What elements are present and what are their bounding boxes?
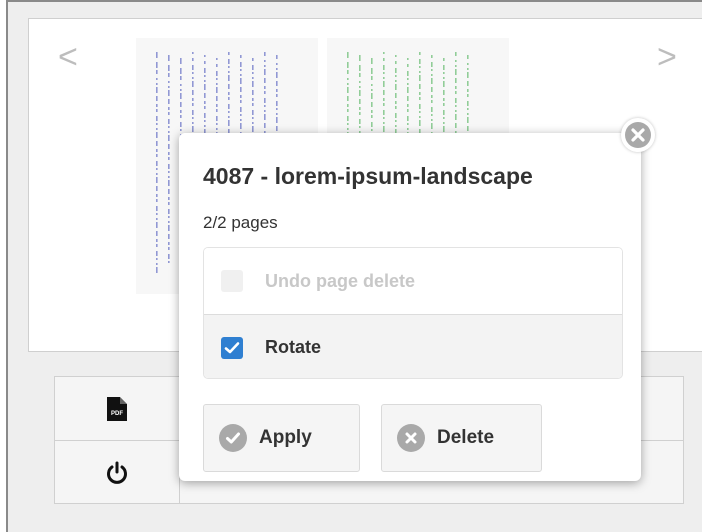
pdf-icon: PDF (107, 396, 127, 421)
undo-page-delete-option: Undo page delete (204, 248, 622, 314)
options-list: Undo page delete Rotate (203, 247, 623, 379)
page-options-popup: 4087 - lorem-ipsum-landscape 2/2 pages U… (179, 133, 641, 481)
chevron-left-icon[interactable]: < (58, 40, 78, 74)
undo-page-delete-label: Undo page delete (265, 270, 416, 291)
power-icon (107, 461, 127, 484)
rotate-checkbox[interactable] (221, 336, 243, 359)
close-circle-icon (397, 424, 425, 452)
delete-label: Delete (437, 427, 495, 448)
popup-title: 4087 - lorem-ipsum-landscape (203, 163, 533, 189)
undo-page-delete-checkbox (221, 270, 243, 292)
check-circle-icon (219, 424, 247, 452)
delete-button[interactable]: Delete (381, 404, 542, 472)
rotate-label: Rotate (265, 337, 322, 357)
pdf-button[interactable]: PDF (55, 377, 179, 440)
svg-text:PDF: PDF (111, 411, 123, 417)
chevron-right-icon[interactable]: > (657, 40, 677, 74)
page-count: 2/2 pages (203, 213, 278, 232)
rotate-option[interactable]: Rotate (204, 314, 622, 378)
power-button[interactable] (55, 441, 179, 504)
apply-label: Apply (259, 427, 312, 448)
checkmark-icon (224, 341, 240, 353)
close-icon[interactable] (621, 118, 655, 152)
apply-button[interactable]: Apply (203, 404, 360, 472)
